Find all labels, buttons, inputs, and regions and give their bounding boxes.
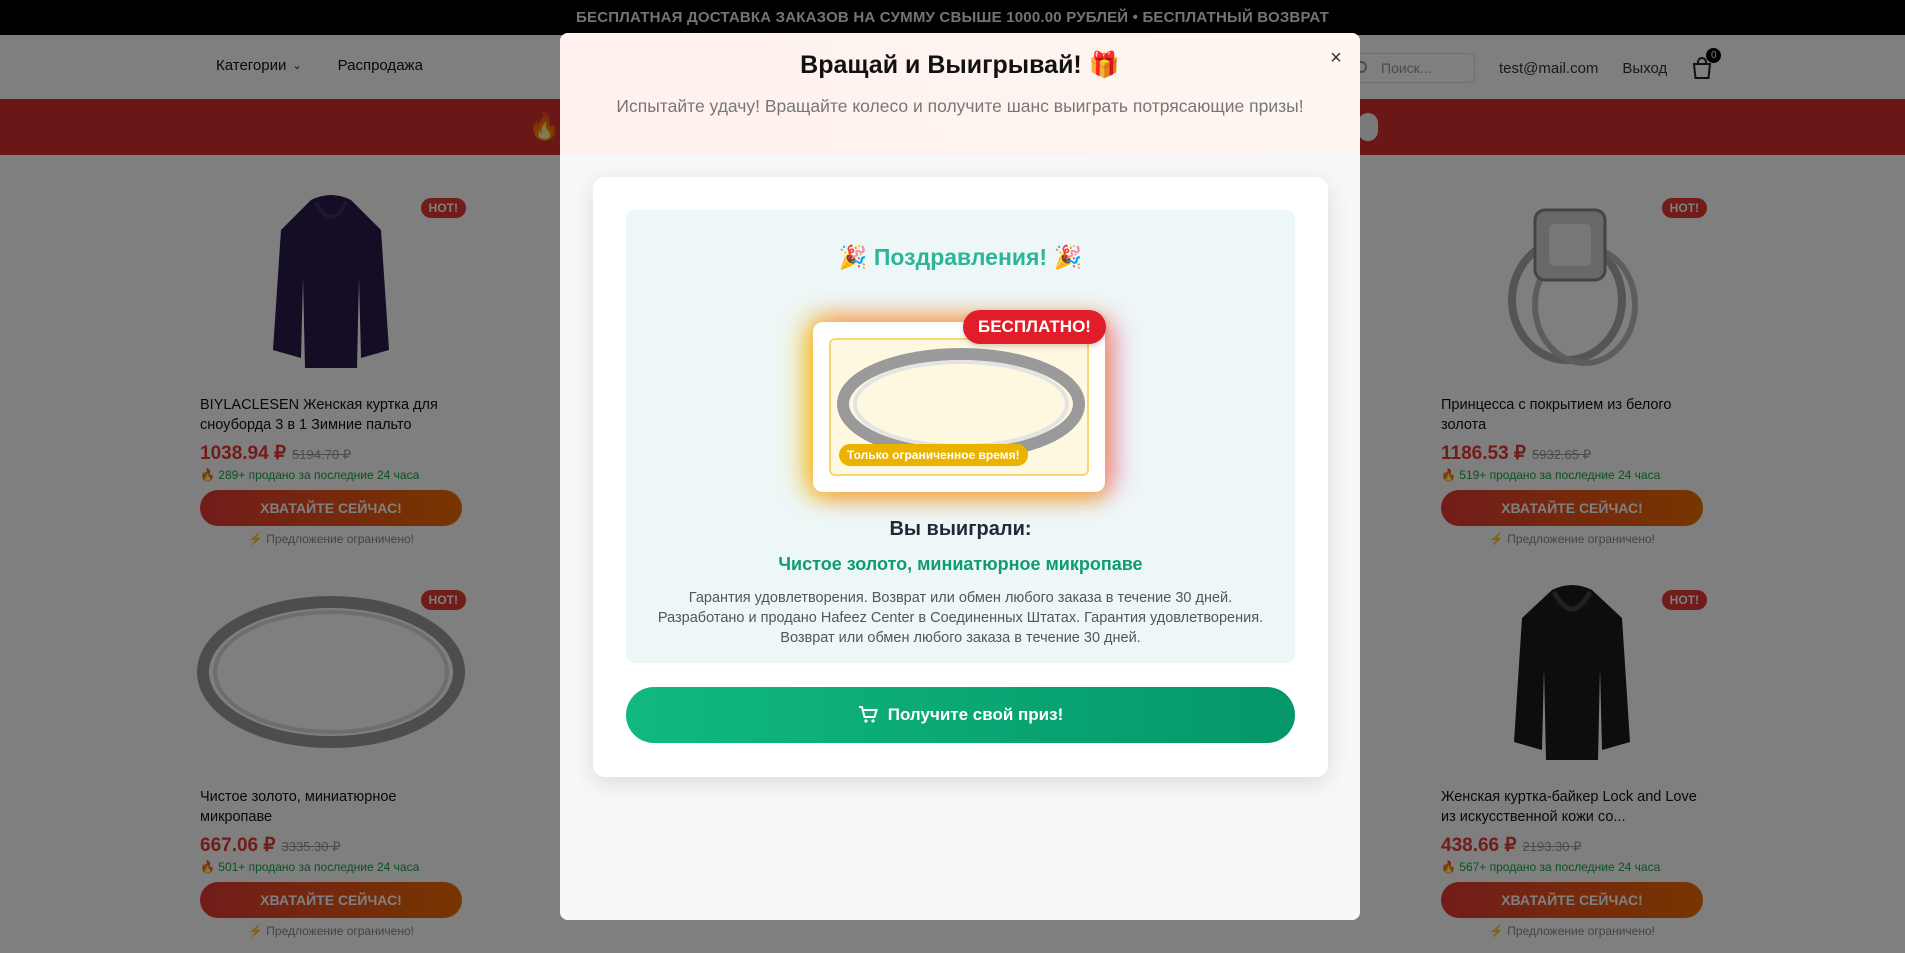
won-label: Вы выиграли:	[889, 518, 1032, 540]
prize-card: 🎉 Поздравления! 🎉 Только ограниченное вр…	[593, 177, 1328, 777]
modal-title: Вращай и Выигрывай! 🎁	[800, 51, 1120, 79]
won-prize-description: Гарантия удовлетворения. Возврат или обм…	[657, 590, 1264, 646]
cart-icon	[858, 706, 878, 723]
limited-time-badge: Только ограниченное время!	[839, 444, 1028, 466]
prize-image: Только ограниченное время!	[829, 338, 1089, 476]
modal-subtitle: Испытайте удачу! Вращайте колесо и получ…	[616, 96, 1304, 116]
spin-win-modal: Вращай и Выигрывай! 🎁 Испытайте удачу! В…	[560, 33, 1360, 920]
won-prize-name: Чистое золото, миниатюрное микропаве	[778, 554, 1143, 574]
free-badge: БЕСПЛАТНО!	[963, 310, 1106, 344]
congrats-heading: 🎉 Поздравления! 🎉	[838, 244, 1083, 270]
claim-prize-button[interactable]: Получите свой приз!	[626, 687, 1295, 743]
claim-prize-label: Получите свой приз!	[887, 705, 1064, 724]
prize-image-frame: Только ограниченное время! БЕСПЛАТНО!	[813, 310, 1106, 492]
modal-header: Вращай и Выигрывай! 🎁 Испытайте удачу! В…	[560, 33, 1360, 155]
prize-panel: 🎉 Поздравления! 🎉 Только ограниченное вр…	[626, 210, 1295, 663]
close-icon[interactable]: ×	[1325, 47, 1347, 69]
